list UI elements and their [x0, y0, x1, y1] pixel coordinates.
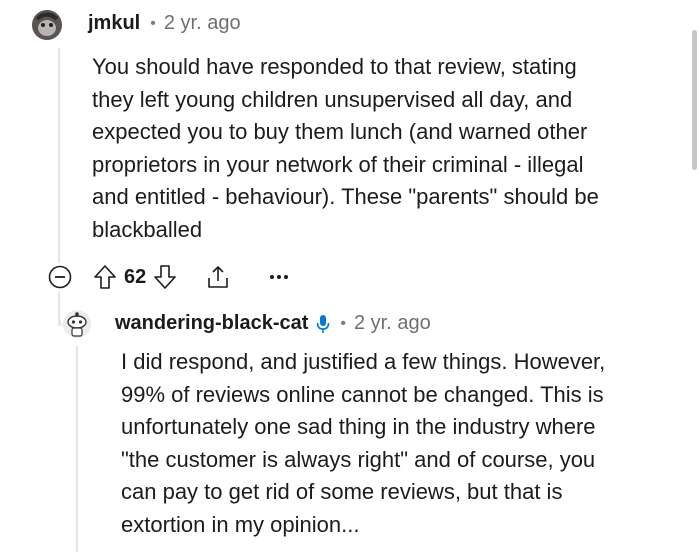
downvote-arrow-icon	[154, 265, 177, 289]
share-button[interactable]	[204, 263, 232, 291]
comment-action-bar: 62	[48, 261, 290, 293]
scrollbar[interactable]	[692, 30, 697, 170]
reply-avatar[interactable]	[63, 310, 91, 338]
comment-line: proprietors in your network of their cri…	[92, 151, 584, 177]
collapse-icon	[48, 265, 72, 289]
comment-line: extortion in my opinion...	[121, 511, 360, 537]
comment-line: can pay to get rid of some reviews, but …	[121, 479, 563, 504]
more-options-button[interactable]	[268, 265, 290, 289]
upvote-button[interactable]	[92, 263, 118, 291]
reply-comment-meta: wandering-black-cat • 2 yr. ago	[115, 312, 431, 335]
comment-line: "the customer is always right" and of co…	[121, 446, 596, 472]
timestamp[interactable]: 2 yr. ago	[164, 12, 241, 35]
comment-line: unfortunately one sad thing in the indus…	[121, 414, 596, 439]
more-options-icon	[270, 275, 289, 279]
share-icon	[208, 266, 229, 288]
meta-separator: •	[340, 314, 346, 332]
comment-line: 99% of reviews online cannot be changed.…	[121, 381, 604, 407]
reply-thread-line	[76, 346, 78, 552]
reply-comment-body: I did respond, and justified a few thing…	[121, 346, 681, 541]
comment-line: blackballed	[92, 216, 203, 242]
parent-comment-body: You should have responded to that review…	[92, 51, 672, 246]
parent-thread-line	[58, 48, 60, 263]
comment-line: they left young children unsupervised al…	[92, 86, 573, 112]
upvote-arrow-icon	[94, 265, 116, 289]
username[interactable]: jmkul	[88, 12, 140, 35]
comment-line: and entitled - behaviour). These "parent…	[92, 184, 599, 209]
collapse-button[interactable]	[48, 265, 72, 289]
meta-separator: •	[150, 14, 156, 32]
parent-comment-meta: jmkul • 2 yr. ago	[88, 12, 241, 35]
comment-line: expected you to buy them lunch (and warn…	[92, 119, 588, 144]
vote-count: 62	[124, 265, 147, 288]
comment-line: I did respond, and justified a few thing…	[121, 349, 606, 374]
downvote-button[interactable]	[152, 263, 178, 291]
username[interactable]: wandering-black-cat	[115, 312, 308, 335]
snoo-avatar-icon	[63, 310, 91, 338]
avatar[interactable]	[32, 10, 62, 40]
timestamp[interactable]: 2 yr. ago	[354, 312, 431, 335]
user-avatar-icon	[32, 10, 62, 40]
comment-line: You should have responded to that review…	[92, 54, 577, 79]
microphone-icon	[316, 314, 330, 334]
